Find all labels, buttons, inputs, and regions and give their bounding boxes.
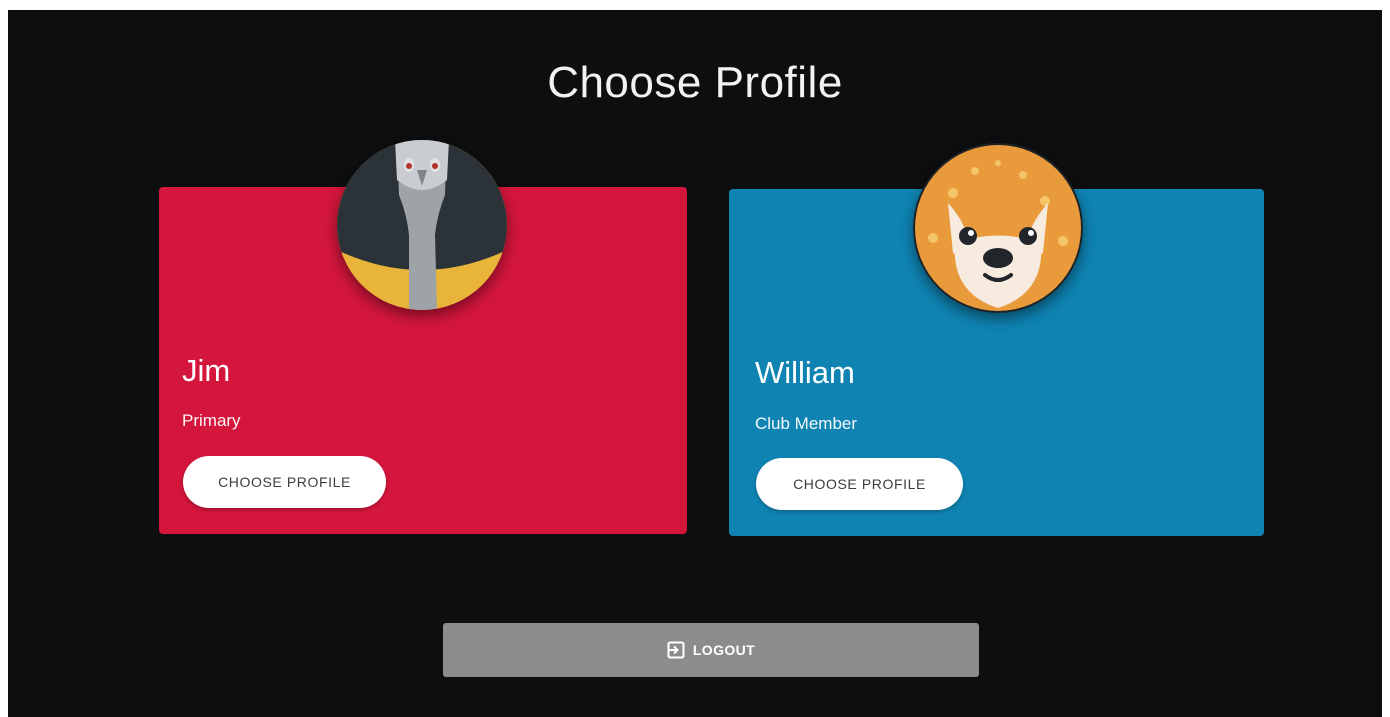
bird-icon[interactable] [337,140,507,310]
logout-button[interactable]: LOGOUT [443,623,979,677]
choose-profile-button-jim[interactable]: CHOOSE PROFILE [183,456,386,508]
profile-name: William [755,355,855,390]
profile-screen: Choose Profile Jim Primary CHOOSE PROFIL… [8,10,1382,717]
logout-icon [667,641,685,659]
choose-profile-button-william[interactable]: CHOOSE PROFILE [756,458,963,510]
fawn-icon[interactable] [913,143,1083,313]
profile-name: Jim [182,353,231,388]
logout-label: LOGOUT [692,642,756,658]
page-title: Choose Profile [547,58,843,107]
profile-role: Club Member [755,414,858,433]
profile-role: Primary [182,411,241,430]
